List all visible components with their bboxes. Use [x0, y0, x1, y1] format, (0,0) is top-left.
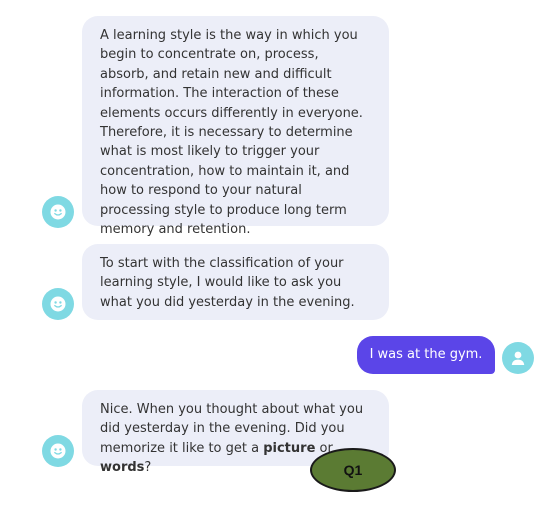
bot-message-text: A learning style is the way in which you…	[100, 28, 363, 238]
user-silhouette-icon	[511, 351, 525, 365]
smiley-face-icon	[50, 204, 66, 220]
bot-message-text: To start with the classification of your…	[100, 256, 355, 310]
user-avatar	[502, 342, 534, 374]
bot-message-bubble: To start with the classification of your…	[82, 244, 389, 320]
user-message-text: I was at the gym.	[369, 347, 483, 363]
question-label-badge: Q1	[310, 448, 396, 492]
smiley-face-icon	[50, 296, 66, 312]
smiley-face-icon	[50, 443, 66, 459]
user-message-bubble: I was at the gym.	[357, 336, 495, 374]
option-words: words	[100, 460, 145, 476]
bot-avatar	[42, 288, 74, 320]
bot-message-bubble: A learning style is the way in which you…	[82, 16, 389, 237]
option-picture: picture	[263, 440, 316, 456]
bot-avatar	[42, 196, 74, 228]
bot-avatar	[42, 435, 74, 467]
